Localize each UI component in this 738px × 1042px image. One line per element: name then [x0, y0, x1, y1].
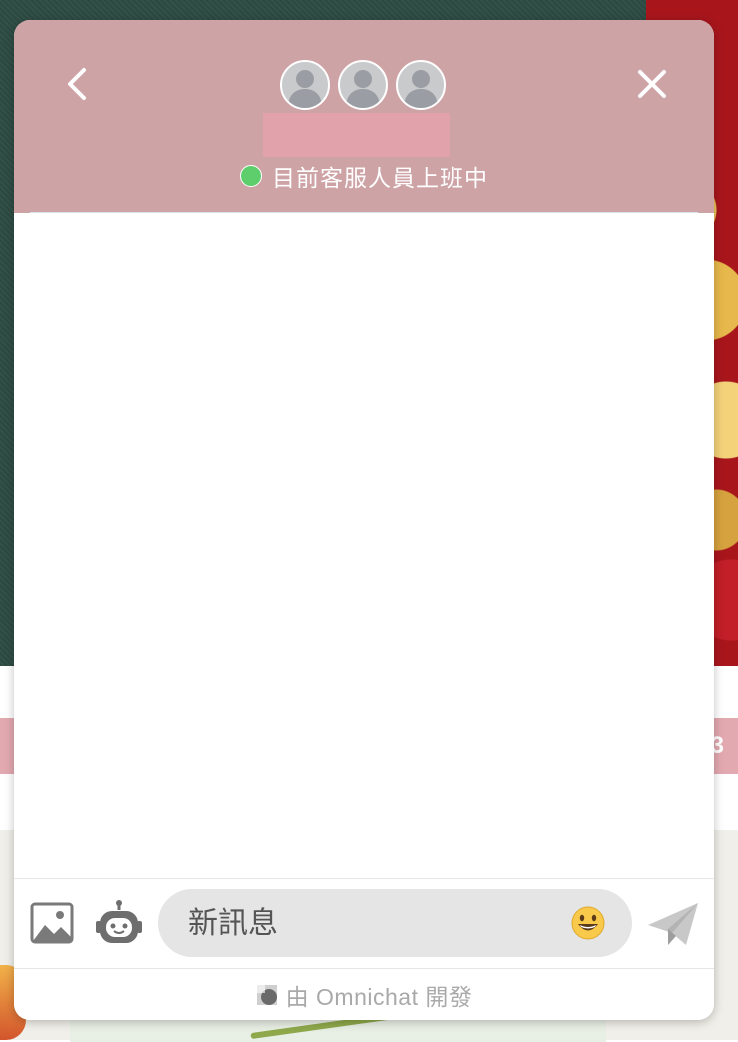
- paper-plane-send-icon: [648, 903, 698, 945]
- user-silhouette-icon: [404, 70, 438, 108]
- chat-widget: 目前客服人員上班中 新訊息 由 Omnichat 開發: [14, 20, 714, 1020]
- message-input-container: [158, 889, 632, 957]
- chatbot-menu-button[interactable]: [94, 899, 144, 949]
- chat-header: 目前客服人員上班中: [14, 20, 714, 213]
- header-divider: [30, 212, 698, 213]
- agent-status: 目前客服人員上班中: [240, 161, 488, 191]
- close-icon: [638, 70, 666, 98]
- agent-avatars: [280, 60, 446, 110]
- smiley-emoji-icon: [571, 906, 605, 940]
- robot-icon: [96, 900, 142, 943]
- close-button[interactable]: [632, 64, 672, 104]
- chevron-left-icon: [68, 68, 86, 100]
- user-silhouette-icon: [346, 70, 380, 108]
- powered-by-text: 由 Omnichat 開發: [285, 984, 473, 1010]
- message-list[interactable]: [14, 214, 714, 878]
- send-button[interactable]: [646, 899, 700, 949]
- online-status-dot: [240, 165, 262, 187]
- back-button[interactable]: [58, 64, 98, 104]
- upload-image-button[interactable]: [30, 901, 74, 945]
- agent-avatar: [396, 60, 446, 110]
- message-input[interactable]: [186, 899, 550, 949]
- emoji-button[interactable]: [570, 905, 606, 941]
- shop-name-placeholder: [263, 113, 450, 157]
- agent-avatar: [338, 60, 388, 110]
- omnichat-logo-icon: [256, 984, 278, 1006]
- powered-by-footer[interactable]: 由 Omnichat 開發: [14, 968, 714, 1020]
- user-silhouette-icon: [288, 70, 322, 108]
- agent-avatar: [280, 60, 330, 110]
- status-text: 目前客服人員上班中: [272, 165, 488, 191]
- image-icon: [30, 902, 74, 944]
- message-composer: [14, 878, 714, 969]
